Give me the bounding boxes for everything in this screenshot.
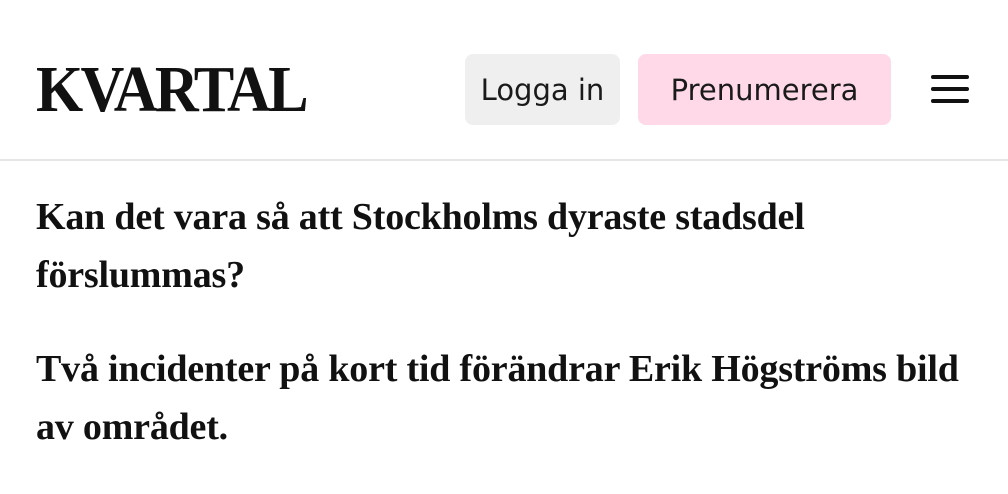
kvartal-logo[interactable]: KVARTAL [36,52,309,128]
article-subheadline: Två incidenter på kort tid förändrar Eri… [36,348,959,448]
menu-bar-top [931,75,969,79]
hamburger-menu-icon[interactable] [931,74,969,104]
login-button[interactable]: Logga in [465,54,620,125]
site-header: KVARTAL Logga in Prenumerera [0,0,1008,161]
menu-bar-bottom [931,99,969,103]
subscribe-button[interactable]: Prenumerera [638,54,891,125]
menu-bar-middle [931,87,969,91]
article-headline[interactable]: Kan det vara så att Stockholms dyraste s… [36,188,986,304]
article-intro: Kan det vara så att Stockholms dyraste s… [36,188,986,456]
